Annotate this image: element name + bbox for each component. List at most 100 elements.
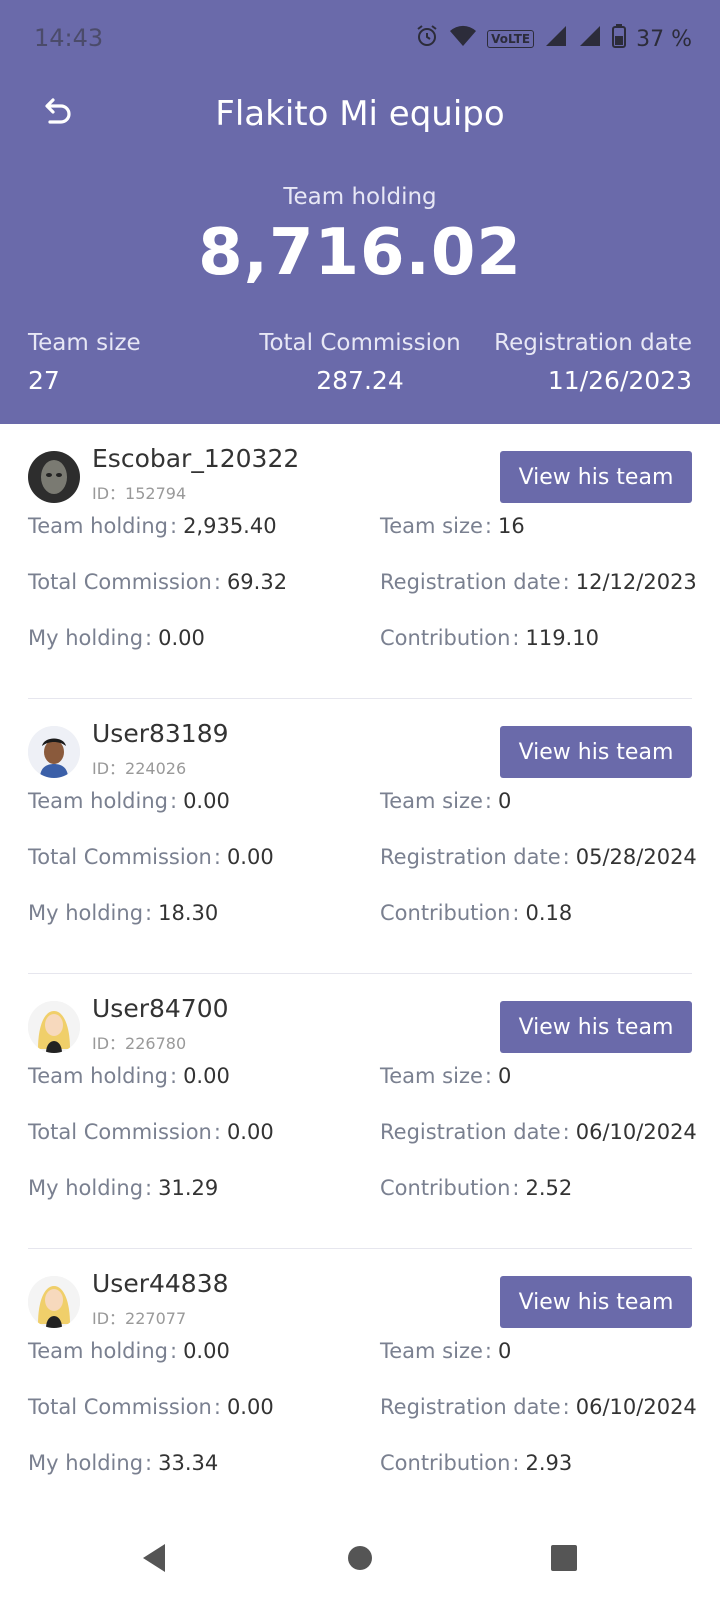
field-value: 18.30 [158,901,219,925]
member-name: User83189 [92,719,229,748]
stat-label: Registration date [494,330,692,356]
status-time: 14:43 [34,24,104,52]
field-label: Total Commission [28,570,212,594]
field-value: 0.00 [226,1395,274,1419]
field-separator: : [169,514,178,538]
field-separator: : [169,789,178,813]
field-value: 0 [497,789,512,813]
member-name: Escobar_120322 [92,444,300,473]
field-label: Total Commission [28,845,212,869]
field-label: Registration date [380,1120,561,1144]
field-label: Team size [380,1064,483,1088]
field-label: My holding [28,1451,144,1475]
field-value: 16 [497,514,525,538]
triangle-back-icon [139,1542,169,1578]
field-value: 0 [497,1339,512,1363]
total-commission-field: Total Commission: 0.00 [28,1120,274,1144]
registration-date-field: Registration date: 06/10/2024 [380,1395,697,1419]
field-separator: : [562,570,570,594]
nav-back-button[interactable] [130,1536,178,1584]
total-commission-field: Total Commission: 0.00 [28,845,274,869]
my-holding-field: My holding: 33.34 [28,1451,218,1475]
team-size-field: Team size: 0 [380,1064,511,1088]
field-value: 2.52 [525,1176,573,1200]
avatar [28,1001,80,1053]
field-separator: : [484,1064,492,1088]
square-recent-icon [550,1544,578,1576]
view-team-button[interactable]: View his team [500,726,692,778]
view-team-button[interactable]: View his team [500,451,692,503]
team-size-field: Team size: 16 [380,514,525,538]
field-label: Team holding [28,1064,168,1088]
field-value: 0.00 [183,1339,230,1363]
member-id: ID：224026 [92,759,187,778]
field-separator: : [512,626,520,650]
field-label: Contribution [380,626,511,650]
my-holding-field: My holding: 31.29 [28,1176,218,1200]
field-value: 33.34 [158,1451,219,1475]
team-holding-label: Team holding [283,184,437,210]
page-title: Flakito Mi equipo [215,94,505,134]
team-size-field: Team size: 0 [380,1339,511,1363]
field-separator: : [484,1339,492,1363]
member-list: Escobar_120322 ID：152794 View his team T… [0,424,720,1524]
field-value: 0.00 [226,845,274,869]
member-id: ID：152794 [92,484,187,503]
field-value: 0.00 [183,789,230,813]
field-separator: : [484,789,492,813]
registration-date-field: Registration date: 12/12/2023 [380,570,697,594]
field-label: Team holding [28,789,168,813]
avatar [28,451,80,503]
member-name: User44838 [92,1269,229,1298]
field-value: 0.00 [226,1120,274,1144]
field-separator: : [562,845,570,869]
field-label: My holding [28,1176,144,1200]
contribution-field: Contribution: 2.93 [380,1451,572,1475]
field-value: 2,935.40 [183,514,277,538]
stat-label: Total Commission [259,330,461,356]
member-id: ID：227077 [92,1309,187,1328]
field-label: Registration date [380,570,561,594]
field-separator: : [169,1064,178,1088]
field-label: Team size [380,514,483,538]
field-separator: : [562,1395,570,1419]
field-label: Team holding [28,1339,168,1363]
contribution-field: Contribution: 119.10 [380,626,599,650]
stat-value: 11/26/2023 [547,366,692,395]
contribution-field: Contribution: 0.18 [380,901,572,925]
title-bar: Flakito Mi equipo [0,88,720,140]
team-holding-field: Team holding: 0.00 [28,789,230,813]
view-team-button[interactable]: View his team [500,1001,692,1053]
stat-registration-date: Registration date 11/26/2023 [494,330,692,395]
battery-icon [612,24,627,54]
battery-percent: 37 % [636,26,692,52]
field-value: 31.29 [158,1176,219,1200]
nav-home-button[interactable] [336,1536,384,1584]
field-label: My holding [28,901,144,925]
field-separator: : [145,901,153,925]
field-separator: : [145,1176,153,1200]
field-label: Total Commission [28,1120,212,1144]
field-separator: : [213,1395,221,1419]
team-holding-field: Team holding: 2,935.40 [28,514,277,538]
field-separator: : [145,626,153,650]
field-value: 12/12/2023 [575,570,697,594]
volte-badge: VoLTE [487,30,535,48]
registration-date-field: Registration date: 06/10/2024 [380,1120,697,1144]
field-value: 0.18 [525,901,573,925]
total-commission-field: Total Commission: 69.32 [28,570,287,594]
my-holding-field: My holding: 0.00 [28,626,205,650]
field-value: 0.00 [158,626,205,650]
avatar [28,1276,80,1328]
avatar [28,726,80,778]
member-card: User44838 ID：227077 View his team Team h… [0,1249,720,1524]
field-separator: : [512,901,520,925]
nav-recent-button[interactable] [540,1536,588,1584]
signal-icon [544,25,568,53]
view-team-button[interactable]: View his team [500,1276,692,1328]
signal-icon-2 [578,25,602,53]
status-icons: VoLTE 37 % [415,22,692,56]
field-separator: : [145,1451,153,1475]
circle-home-icon [346,1544,374,1576]
team-holding-field: Team holding: 0.00 [28,1064,230,1088]
